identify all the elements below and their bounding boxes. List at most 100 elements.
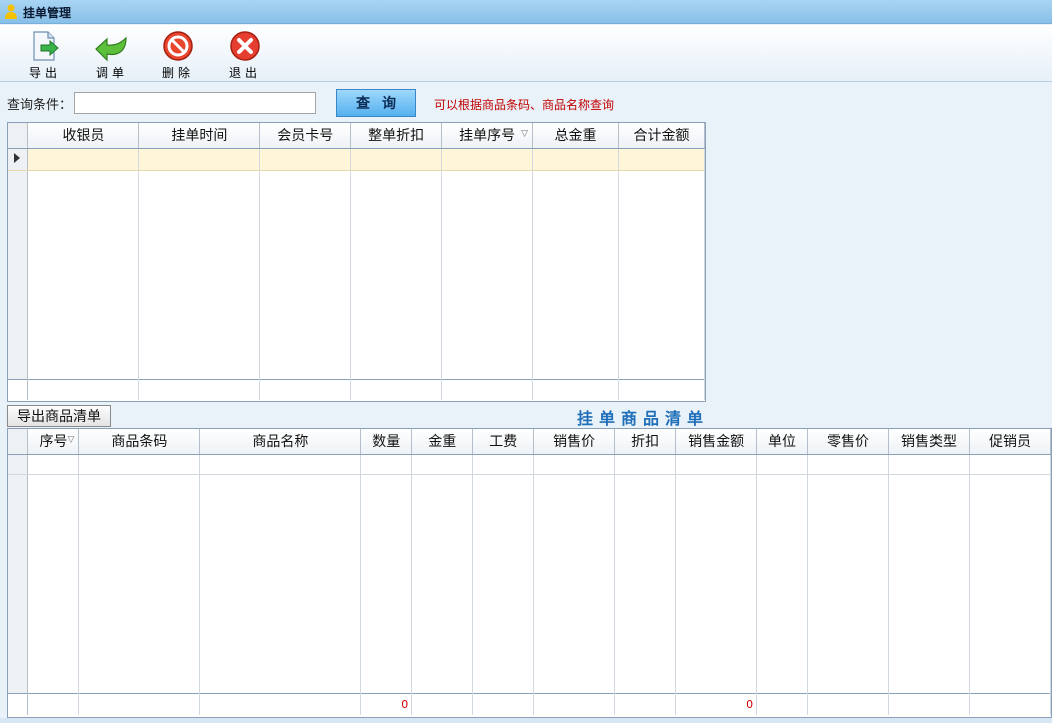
delete-label: 删除 [161,66,194,80]
row-header [8,378,29,400]
column-header-discount[interactable]: 折扣 [614,429,677,455]
column-header-sale-type[interactable]: 销售类型 [888,429,970,455]
query-hint: 可以根据商品条码、商品名称查询 [434,98,615,112]
export-label: 导出 [28,66,61,80]
cell[interactable] [472,454,535,475]
query-input[interactable] [74,92,316,114]
cell[interactable] [807,454,889,475]
cell[interactable] [756,454,809,475]
cell[interactable] [532,148,619,171]
total-quantity: 0 [360,692,413,715]
column-header-sale-price[interactable]: 销售价 [533,429,616,455]
total-sale-amount: 0 [675,692,758,715]
cell[interactable] [199,454,362,475]
row-header [8,454,29,475]
toolbar: 导出 调单 删除 退出 [0,25,1052,82]
cell [969,474,1051,693]
grid-empty-area [8,170,705,379]
table-row-new[interactable] [8,454,1051,475]
bottom-strip [0,718,1052,723]
cell[interactable] [888,454,970,475]
cell[interactable] [441,148,534,171]
column-header-seq[interactable]: 序号 ▽ [27,429,80,455]
summary-cell [350,378,443,400]
column-header-barcode[interactable]: 商品条码 [78,429,201,455]
cell[interactable] [675,454,758,475]
cell[interactable] [350,148,443,171]
column-header-total-amount[interactable]: 合计金额 [618,123,705,149]
cell[interactable] [27,454,80,475]
column-header-quantity[interactable]: 数量 [360,429,413,455]
summary-cell [888,692,970,715]
summary-row: 0 0 [8,692,1051,715]
summary-cell [441,378,534,400]
cell [532,170,619,379]
grid-empty-area [8,474,1051,693]
query-bar: 查询条件： 查询 可以根据商品条码、商品名称查询 [0,83,1052,122]
cell[interactable] [138,148,261,171]
cell[interactable] [360,454,413,475]
column-header-promoter[interactable]: 促销员 [969,429,1051,455]
cell[interactable] [618,148,705,171]
export-item-list-button[interactable]: 导出商品清单 [7,405,111,427]
summary-cell [532,378,619,400]
exit-button[interactable]: 退出 [219,28,271,80]
items-grid[interactable]: 序号 ▽ 商品条码 商品名称 数量 金重 工费 销售价 折扣 销售金额 单位 零售… [7,428,1052,718]
summary-cell [138,378,261,400]
column-header-labor-fee[interactable]: 工费 [472,429,535,455]
column-header-order-time[interactable]: 挂单时间 [138,123,261,149]
cell [138,170,261,379]
column-header-label: 挂单序号 [459,128,516,145]
title-bar: 挂单管理 [0,0,1052,24]
column-header-member-card[interactable]: 会员卡号 [259,123,352,149]
row-header [8,170,29,379]
row-header [8,474,29,693]
cell[interactable] [411,454,474,475]
column-header-product-name[interactable]: 商品名称 [199,429,362,455]
cell[interactable] [614,454,677,475]
cell[interactable] [259,148,352,171]
cell[interactable] [533,454,616,475]
cell [27,474,80,693]
table-row-new[interactable] [8,148,705,171]
item-list-title: 挂单商品清单 [577,409,710,428]
column-header-gold-weight[interactable]: 金重 [411,429,474,455]
export-document-icon [33,31,59,61]
column-header-unit[interactable]: 单位 [756,429,809,455]
summary-cell [756,692,809,715]
cell [807,474,889,693]
delete-button[interactable]: 删除 [152,28,204,80]
query-button[interactable]: 查询 [336,89,416,117]
cell[interactable] [969,454,1051,475]
recall-order-label: 调单 [95,66,128,80]
recall-arrow-icon [95,36,127,62]
cell [472,474,535,693]
column-header-order-discount[interactable]: 整单折扣 [350,123,443,149]
column-header-total-gold-weight[interactable]: 总金重 [532,123,619,149]
row-header-corner [8,123,29,149]
summary-cell [533,692,616,715]
export-button[interactable]: 导出 [19,28,71,80]
recall-order-button[interactable]: 调单 [86,28,138,80]
cell[interactable] [27,148,140,171]
summary-row [8,378,705,400]
cell [199,474,362,693]
column-header-retail-price[interactable]: 零售价 [807,429,889,455]
current-row-indicator [8,148,29,171]
cell [78,474,201,693]
orders-grid[interactable]: 收银员 挂单时间 会员卡号 整单折扣 挂单序号 ▽ 总金重 合计金额 [7,122,706,402]
summary-cell [618,378,705,400]
column-header-sale-amount[interactable]: 销售金额 [675,429,758,455]
cell [27,170,140,379]
column-header-order-number[interactable]: 挂单序号 ▽ [441,123,534,149]
items-header-bar: 导出商品清单 挂单商品清单 [0,402,1052,428]
cell [411,474,474,693]
cell[interactable] [78,454,201,475]
cell [618,170,705,379]
row-header-corner [8,429,29,455]
cell [614,474,677,693]
summary-cell [969,692,1051,715]
column-header-cashier[interactable]: 收银员 [27,123,140,149]
cell [756,474,809,693]
row-header [8,692,29,715]
